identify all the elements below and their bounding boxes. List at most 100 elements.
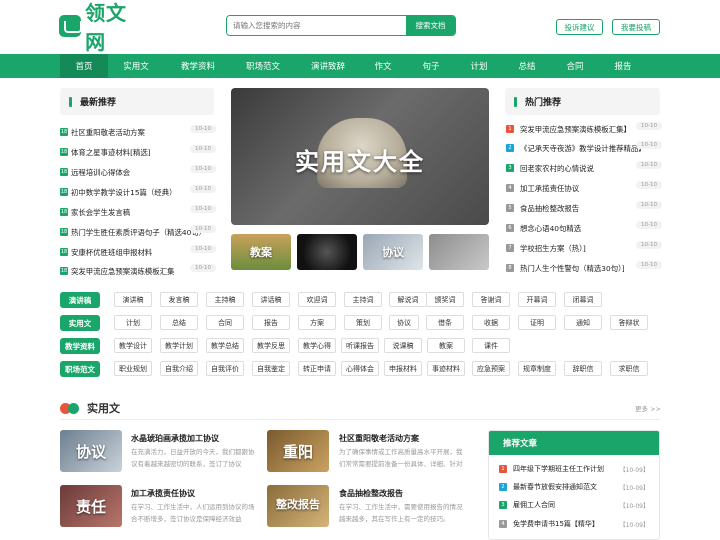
category-label[interactable]: 演讲稿 (60, 292, 100, 308)
hero-banner[interactable]: 实用文大全 (231, 88, 489, 225)
tag[interactable]: 转正申请 (298, 361, 336, 376)
logo[interactable]: 领文网 (59, 1, 143, 54)
list-item[interactable]: 5 食品抽检整改报告 (506, 201, 579, 215)
category-label[interactable]: 教学资料 (60, 338, 100, 354)
tag[interactable]: 主持词 (344, 292, 382, 307)
list-item[interactable]: 18 突发甲流应急预案演练模板汇集 (60, 264, 174, 278)
list-item[interactable]: 1 突发甲流应急预案演练模板汇集】 (506, 122, 631, 136)
article-desc: 为了确保事情或工作高质量高水平开展，我们常常需要提前准备一份具体、详细、针对性 (339, 448, 463, 468)
tag[interactable]: 答谢词 (472, 292, 510, 307)
tag[interactable]: 教学反思 (252, 338, 290, 353)
tag[interactable]: 教学设计 (114, 338, 152, 353)
nav-item[interactable]: 计划 (462, 54, 496, 78)
search-input[interactable] (227, 16, 406, 35)
nav-item[interactable]: 合同 (558, 54, 592, 78)
category-label[interactable]: 实用文 (60, 315, 100, 331)
article-title[interactable]: 社区重阳敬老活动方案 (339, 433, 419, 444)
banner-thumb[interactable]: 教案 (231, 234, 291, 270)
nav-item[interactable]: 总结 (510, 54, 544, 78)
article-image[interactable]: 责任 (60, 485, 122, 527)
article-image[interactable]: 整改报告 (267, 485, 329, 527)
search-button[interactable]: 搜索文档 (406, 16, 455, 35)
more-link[interactable]: 更多 >> (635, 403, 661, 413)
tag[interactable]: 讲话稿 (252, 292, 290, 307)
tag[interactable]: 计划 (114, 315, 152, 330)
article-image[interactable]: 重阳 (267, 430, 329, 472)
tag[interactable]: 教学心得 (298, 338, 336, 353)
tag[interactable]: 协议 (389, 315, 419, 330)
nav-item[interactable]: 演讲致辞 (302, 54, 354, 78)
list-item[interactable]: 18 社区重阳敬老活动方案 (60, 125, 145, 139)
list-item[interactable]: 1 四年级下学期班主任工作计划 【10-09】 (499, 463, 649, 475)
nav-item[interactable]: 作文 (366, 54, 400, 78)
article-title[interactable]: 食品抽检整改报告 (339, 488, 403, 499)
tag[interactable]: 答辩状 (610, 315, 648, 330)
tag[interactable]: 合同 (206, 315, 244, 330)
tag[interactable]: 课件 (472, 338, 510, 353)
tag[interactable]: 教案 (427, 338, 465, 353)
feedback-button[interactable]: 投诉建议 (556, 19, 603, 35)
list-item[interactable]: 18 家长会学生发言稿 (60, 205, 130, 219)
item-date: 10-10 (636, 161, 662, 169)
nav-item[interactable]: 句子 (414, 54, 448, 78)
nav-item[interactable]: 教学资料 (172, 54, 224, 78)
tag[interactable]: 自我鉴定 (252, 361, 290, 376)
nav-item-home[interactable]: 首页 (60, 54, 108, 78)
list-item[interactable]: 7 学校招生方案（热）] (506, 241, 586, 255)
tag[interactable]: 心得体会 (341, 361, 379, 376)
category-label[interactable]: 职场范文 (60, 361, 100, 377)
tag[interactable]: 总结 (160, 315, 198, 330)
tag[interactable]: 策划 (344, 315, 382, 330)
list-item[interactable]: 18 体育之星事迹材料[精选] (60, 145, 151, 159)
article-title[interactable]: 加工承揽责任协议 (131, 488, 195, 499)
list-item[interactable]: 18 初中数学教学设计15篇（经典） (60, 185, 176, 199)
article-title[interactable]: 水晶琥珀画承揽加工协议 (131, 433, 219, 444)
list-item[interactable]: 4 免学费申请书15篇【精华】 【10-09】 (499, 518, 649, 530)
tag[interactable]: 应急预案 (472, 361, 510, 376)
tag[interactable]: 自我介绍 (160, 361, 198, 376)
tag[interactable]: 申报材料 (384, 361, 422, 376)
article-image[interactable]: 协议 (60, 430, 122, 472)
tag[interactable]: 职业规划 (114, 361, 152, 376)
tag[interactable]: 方案 (298, 315, 336, 330)
list-item[interactable]: 18 远程培训心得体会 (60, 165, 130, 179)
list-item[interactable]: 2 最新春节放假安排通知范文 【10-09】 (499, 481, 649, 493)
tag[interactable]: 教学计划 (160, 338, 198, 353)
list-item[interactable]: 3 雇佣工人合同 【10-09】 (499, 499, 649, 511)
tag[interactable]: 规章制度 (518, 361, 556, 376)
tag[interactable]: 自我评价 (206, 361, 244, 376)
list-item[interactable]: 8 热门人生个性警句（精选30句）] (506, 261, 625, 275)
tag[interactable]: 开幕词 (518, 292, 556, 307)
tag[interactable]: 借条 (426, 315, 464, 330)
tag[interactable]: 听课报告 (341, 338, 379, 353)
list-item[interactable]: 18 热门学生胜任素质评语句子（精选40句） (60, 225, 206, 239)
tag[interactable]: 欢迎词 (298, 292, 336, 307)
tag[interactable]: 报告 (252, 315, 290, 330)
tag[interactable]: 主持稿 (206, 292, 244, 307)
contribute-button[interactable]: 我要投稿 (612, 19, 660, 35)
nav-item[interactable]: 报告 (606, 54, 640, 78)
nav-item[interactable]: 实用文 (112, 54, 160, 78)
tag[interactable]: 事迹材料 (427, 361, 465, 376)
tag[interactable]: 颁奖词 (426, 292, 464, 307)
banner-thumb[interactable]: 协议 (363, 234, 423, 270)
tag[interactable]: 发言稿 (160, 292, 198, 307)
tag[interactable]: 教学总结 (206, 338, 244, 353)
tag[interactable]: 求职信 (610, 361, 648, 376)
banner-thumb[interactable] (429, 234, 489, 270)
list-item[interactable]: 6 想念心语40句精选 (506, 221, 581, 235)
tag[interactable]: 辞职信 (564, 361, 602, 376)
list-item[interactable]: 3 回老家农村的心情说说 (506, 161, 594, 175)
tag[interactable]: 解说词 (389, 292, 427, 307)
tag[interactable]: 说课稿 (384, 338, 422, 353)
tag[interactable]: 闭幕词 (564, 292, 602, 307)
tag[interactable]: 通知 (564, 315, 602, 330)
list-item[interactable]: 18 安康杯优胜班组申报材料 (60, 245, 152, 259)
nav-item[interactable]: 职场范文 (236, 54, 290, 78)
tag[interactable]: 收据 (472, 315, 510, 330)
tag[interactable]: 证明 (518, 315, 556, 330)
banner-thumb[interactable] (297, 234, 357, 270)
tag[interactable]: 演讲稿 (114, 292, 152, 307)
list-item[interactable]: 4 加工承揽责任协议 (506, 181, 579, 195)
list-item[interactable]: 2 《记承天寺夜游》教学设计推荐精品】 (506, 141, 646, 155)
